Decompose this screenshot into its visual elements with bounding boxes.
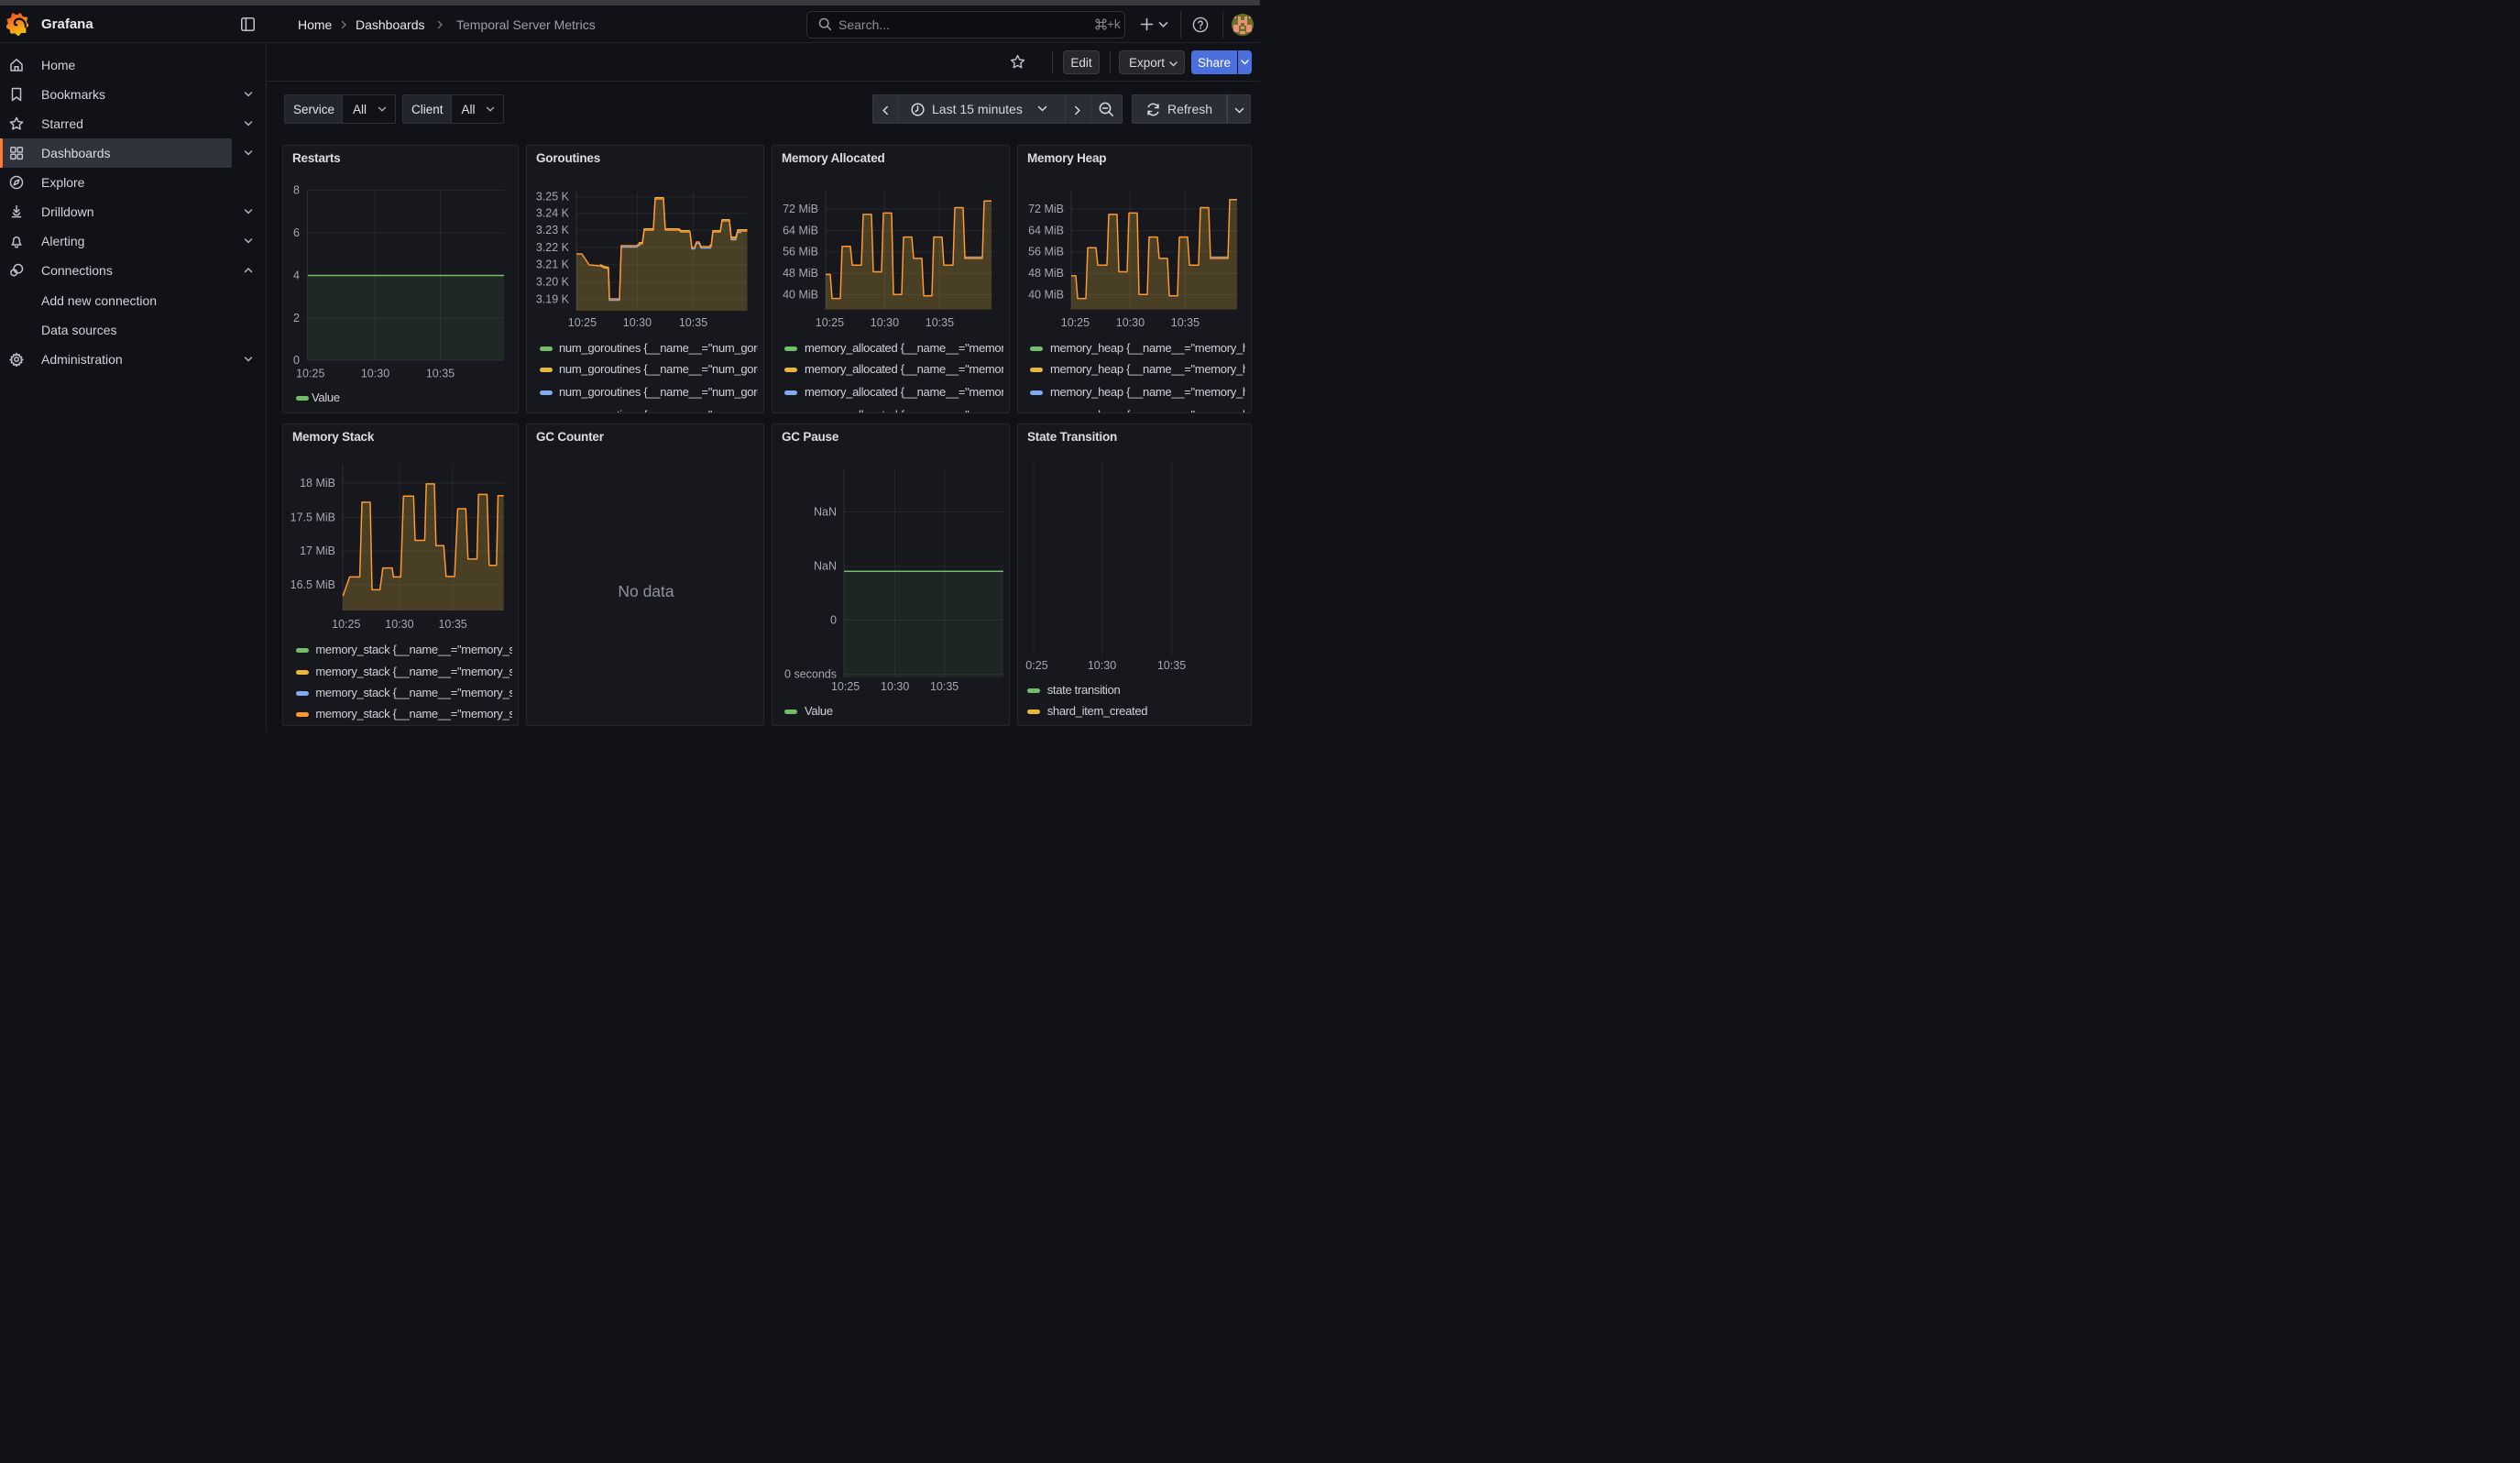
svg-text:NaN: NaN: [814, 506, 837, 519]
svg-text:56 MiB: 56 MiB: [783, 246, 818, 258]
svg-text:3.23 K: 3.23 K: [536, 224, 570, 236]
svg-text:6: 6: [293, 226, 300, 239]
svg-text:0: 0: [293, 354, 300, 367]
svg-text:17.5 MiB: 17.5 MiB: [290, 512, 335, 524]
svg-text:3.21 K: 3.21 K: [536, 258, 570, 271]
svg-text:64 MiB: 64 MiB: [1028, 225, 1064, 237]
svg-text:NaN: NaN: [814, 560, 837, 573]
svg-text:3.20 K: 3.20 K: [536, 276, 570, 289]
svg-text:72 MiB: 72 MiB: [1028, 203, 1064, 215]
svg-text:64 MiB: 64 MiB: [783, 225, 818, 237]
svg-text:10:25: 10:25: [332, 618, 360, 631]
svg-text:40 MiB: 40 MiB: [783, 288, 818, 301]
svg-text:48 MiB: 48 MiB: [783, 267, 818, 280]
svg-text:10:25: 10:25: [568, 316, 597, 329]
svg-text:3.22 K: 3.22 K: [536, 241, 570, 254]
svg-text:10:35: 10:35: [426, 368, 455, 380]
svg-text:10:30: 10:30: [623, 316, 652, 329]
svg-text:4: 4: [293, 270, 300, 282]
svg-text:10:35: 10:35: [930, 680, 959, 693]
svg-text:56 MiB: 56 MiB: [1028, 246, 1064, 258]
svg-text:10:25: 10:25: [831, 680, 860, 693]
svg-text:3.19 K: 3.19 K: [536, 293, 570, 306]
svg-text:8: 8: [293, 184, 300, 197]
svg-text:10:30: 10:30: [871, 316, 899, 329]
svg-text:72 MiB: 72 MiB: [783, 203, 818, 215]
svg-text:10:25: 10:25: [1025, 659, 1048, 672]
svg-text:16.5 MiB: 16.5 MiB: [290, 578, 335, 591]
svg-text:0: 0: [830, 614, 837, 627]
svg-text:10:30: 10:30: [1116, 316, 1145, 329]
svg-text:10:30: 10:30: [385, 618, 413, 631]
svg-text:3.25 K: 3.25 K: [536, 191, 570, 204]
svg-text:10:35: 10:35: [679, 316, 707, 329]
svg-text:10:35: 10:35: [926, 316, 954, 329]
svg-text:10:35: 10:35: [1157, 659, 1186, 672]
svg-text:40 MiB: 40 MiB: [1028, 288, 1064, 301]
svg-text:10:25: 10:25: [1061, 316, 1090, 329]
svg-text:0 seconds: 0 seconds: [784, 668, 837, 681]
svg-text:2: 2: [293, 312, 300, 324]
svg-text:3.24 K: 3.24 K: [536, 207, 570, 220]
svg-text:18 MiB: 18 MiB: [300, 477, 335, 490]
svg-text:10:25: 10:25: [816, 316, 844, 329]
svg-text:10:30: 10:30: [1088, 659, 1116, 672]
svg-text:17 MiB: 17 MiB: [300, 544, 335, 557]
svg-text:10:25: 10:25: [296, 368, 324, 380]
svg-text:48 MiB: 48 MiB: [1028, 267, 1064, 280]
svg-text:10:35: 10:35: [1171, 316, 1200, 329]
svg-text:10:35: 10:35: [438, 618, 466, 631]
svg-text:10:30: 10:30: [361, 368, 389, 380]
svg-text:10:30: 10:30: [881, 680, 909, 693]
